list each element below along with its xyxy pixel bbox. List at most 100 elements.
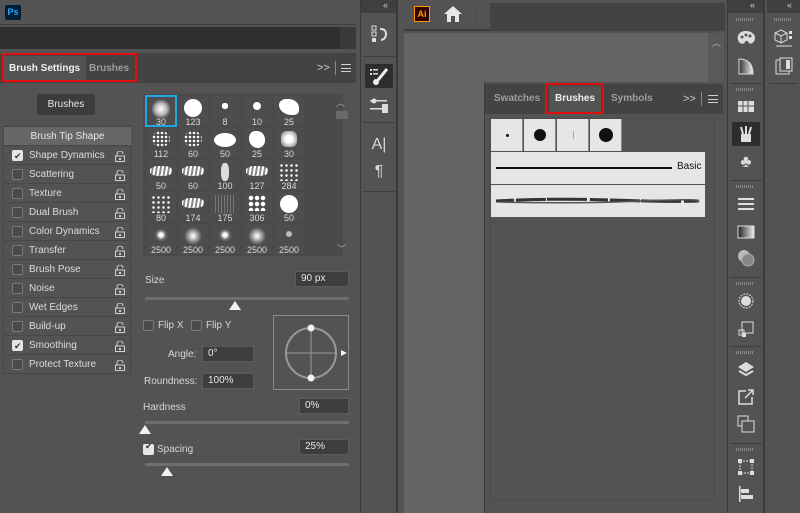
brush-small-dot[interactable]	[491, 119, 523, 151]
brush-option-brush-pose[interactable]: Brush Pose	[4, 260, 131, 279]
lock-icon[interactable]	[115, 359, 125, 371]
scroll-up-icon[interactable]: ︿	[336, 96, 345, 109]
brush-option-wet-edges[interactable]: Wet Edges	[4, 298, 131, 317]
brush-option-dual-brush[interactable]: Dual Brush	[4, 203, 131, 222]
option-checkbox[interactable]	[12, 302, 23, 313]
spacing-checkbox[interactable]	[143, 441, 154, 455]
collapse-dock-icon[interactable]: «	[383, 0, 388, 10]
brush-tip-preset[interactable]: 175	[210, 192, 240, 223]
tab-swatches[interactable]: Swatches	[488, 86, 546, 112]
brush-option-color-dynamics[interactable]: Color Dynamics	[4, 222, 131, 241]
brush-tip-preset[interactable]: 2500	[242, 224, 272, 255]
brush-tip-preset[interactable]: 50	[274, 192, 304, 223]
brush-tip-preset[interactable]: 2500	[178, 224, 208, 255]
brushes-panel-icon[interactable]	[365, 93, 393, 117]
export-icon[interactable]	[732, 385, 760, 409]
stroke-icon[interactable]	[732, 192, 760, 216]
brush-tip-preset[interactable]: 50	[210, 128, 240, 159]
lock-icon[interactable]	[115, 169, 125, 181]
hardness-input[interactable]: 0%	[299, 398, 349, 414]
character-icon[interactable]: A|	[365, 133, 393, 157]
brushes-icon[interactable]	[732, 122, 760, 146]
lock-icon[interactable]	[115, 264, 125, 276]
lock-icon[interactable]	[115, 150, 125, 162]
brush-basic[interactable]: Basic	[491, 152, 705, 184]
3d-materials-icon[interactable]	[770, 26, 798, 50]
brush-tip-preset[interactable]: 284	[274, 160, 304, 191]
flip-y-checkbox[interactable]	[191, 320, 202, 331]
lock-icon[interactable]	[115, 302, 125, 314]
brush-large-round[interactable]	[590, 119, 622, 151]
brush-option-brush-tip-shape[interactable]: Brush Tip Shape	[4, 127, 131, 146]
brush-tip-preset[interactable]: 2500	[274, 224, 304, 255]
tab-symbols[interactable]: Symbols	[605, 86, 659, 112]
size-slider-thumb[interactable]	[228, 301, 241, 310]
align-icon[interactable]	[732, 482, 760, 506]
transparency-icon[interactable]	[732, 246, 760, 270]
brushes-button[interactable]: Brushes	[37, 94, 95, 115]
lock-icon[interactable]	[115, 207, 125, 219]
brush-tip-preset[interactable]: 100	[210, 160, 240, 191]
roundness-input[interactable]: 100%	[202, 373, 254, 389]
brush-tip-preset[interactable]: 123	[178, 96, 208, 127]
brush-tip-preset[interactable]: 30	[145, 95, 177, 127]
expand-panels-button[interactable]: >>	[683, 93, 696, 105]
gradient-icon[interactable]	[732, 220, 760, 244]
size-slider-track[interactable]	[145, 297, 349, 300]
option-checkbox[interactable]	[12, 147, 23, 166]
symbols-icon[interactable]: ♣	[732, 150, 760, 174]
color-icon[interactable]	[732, 26, 760, 50]
brush-tip-preset[interactable]: 80	[146, 192, 176, 223]
history-icon[interactable]	[365, 22, 393, 46]
option-checkbox[interactable]	[12, 264, 23, 275]
lock-icon[interactable]	[115, 245, 125, 257]
brush-option-noise[interactable]: Noise	[4, 279, 131, 298]
brush-angle-widget[interactable]	[273, 315, 349, 390]
collapse-dock-icon[interactable]: «	[750, 0, 755, 10]
graphic-styles-icon[interactable]	[732, 317, 760, 341]
option-checkbox[interactable]	[12, 245, 23, 256]
scrollbar-thumb[interactable]	[336, 111, 348, 119]
lock-icon[interactable]	[115, 188, 125, 200]
brush-tip-preset[interactable]: 25	[242, 128, 272, 159]
artboards-icon[interactable]	[732, 412, 760, 436]
brush-option-protect-texture[interactable]: Protect Texture	[4, 355, 131, 374]
brush-tip-preset[interactable]: 2500	[210, 224, 240, 255]
spacing-slider-thumb[interactable]	[161, 467, 174, 476]
scroll-down-icon[interactable]: ﹀	[337, 242, 346, 255]
lock-icon[interactable]	[115, 340, 125, 352]
spacing-slider-track[interactable]	[145, 463, 349, 466]
collapse-dock-icon[interactable]: «	[787, 0, 792, 10]
brush-thin-line[interactable]	[557, 119, 589, 151]
swatches-icon[interactable]	[732, 95, 760, 119]
paragraph-icon[interactable]: ¶	[365, 160, 393, 184]
brush-tip-preset[interactable]: 2500	[146, 224, 176, 255]
asset-export-icon[interactable]	[770, 54, 798, 78]
panel-menu-icon[interactable]	[341, 64, 351, 72]
option-checkbox[interactable]	[12, 169, 23, 180]
brush-tip-preset[interactable]: 174	[178, 192, 208, 223]
spacing-input[interactable]: 25%	[299, 439, 349, 455]
appearance-icon[interactable]	[732, 289, 760, 313]
lock-icon[interactable]	[115, 226, 125, 238]
option-checkbox[interactable]	[12, 283, 23, 294]
brush-settings-icon[interactable]	[365, 64, 393, 88]
brush-tip-preset[interactable]: 25	[274, 96, 304, 127]
lock-icon[interactable]	[115, 321, 125, 333]
brush-round[interactable]	[524, 119, 556, 151]
option-checkbox[interactable]	[12, 359, 23, 370]
option-checkbox[interactable]	[12, 207, 23, 218]
home-icon[interactable]	[443, 5, 463, 23]
option-checkbox[interactable]	[12, 188, 23, 199]
brush-charcoal[interactable]	[491, 185, 705, 217]
brush-option-texture[interactable]: Texture	[4, 184, 131, 203]
brush-option-transfer[interactable]: Transfer	[4, 241, 131, 260]
color-guide-icon[interactable]	[732, 54, 760, 78]
scroll-up-icon[interactable]: ︿	[712, 36, 721, 49]
brush-tip-preset[interactable]: 10	[242, 96, 272, 127]
hardness-slider-track[interactable]	[145, 421, 349, 424]
hardness-slider-thumb[interactable]	[139, 425, 151, 434]
panel-menu-icon[interactable]	[708, 95, 718, 103]
angle-input[interactable]: 0°	[202, 346, 254, 362]
brush-tip-preset[interactable]: 306	[242, 192, 272, 223]
